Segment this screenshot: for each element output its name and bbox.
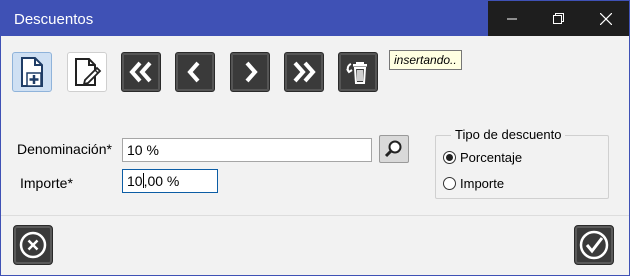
importe-input[interactable]: 10,00 % [122,169,218,193]
confirm-button[interactable] [574,225,614,265]
window-title: Descuentos [14,11,94,28]
importe-label: Importe* [20,175,73,191]
edit-document-icon [75,58,102,86]
close-circle-icon [19,231,47,259]
close-button[interactable] [582,1,629,36]
restore-button[interactable] [535,1,582,36]
importe-value-after-caret: ,00 % [143,173,180,189]
minimize-button[interactable] [488,1,535,36]
radio-porcentaje[interactable]: Porcentaje [443,150,522,165]
last-record-button[interactable] [284,52,324,92]
window-controls [488,1,629,36]
next-record-button[interactable] [230,52,270,92]
search-icon [384,140,402,158]
footer-divider [1,215,629,216]
edit-record-button[interactable] [67,52,107,92]
radio-importe-indicator[interactable] [443,177,456,190]
radio-porcentaje-label: Porcentaje [460,150,523,165]
check-circle-icon [579,230,609,260]
chevron-right-icon [245,61,258,83]
title-bar: Descuentos [1,1,629,36]
cancel-button[interactable] [13,225,53,265]
previous-record-button[interactable] [175,52,215,92]
minimize-icon [506,18,517,19]
double-chevron-right-icon [293,61,316,83]
delete-record-button[interactable] [338,52,378,92]
search-button[interactable] [379,135,409,163]
new-document-icon [21,57,43,87]
status-tooltip: insertando.. [389,50,462,70]
radio-importe[interactable]: Importe [443,176,504,191]
tipo-descuento-title: Tipo de descuento [451,127,566,142]
chevron-left-icon [187,61,200,83]
double-chevron-left-icon [129,61,152,83]
first-record-button[interactable] [121,52,161,92]
importe-value-before-caret: 10 [127,173,143,189]
descuentos-window: Descuentos insertando.. Denominación* 10… [0,0,630,276]
close-icon [599,12,612,25]
radio-porcentaje-indicator[interactable] [443,151,456,164]
radio-importe-label: Importe [460,176,505,191]
restore-icon [553,13,564,24]
new-record-button[interactable] [12,52,52,92]
undo-trash-icon [346,62,367,84]
denominacion-label: Denominación* [17,141,112,157]
denominacion-input[interactable]: 10 % [122,138,372,162]
